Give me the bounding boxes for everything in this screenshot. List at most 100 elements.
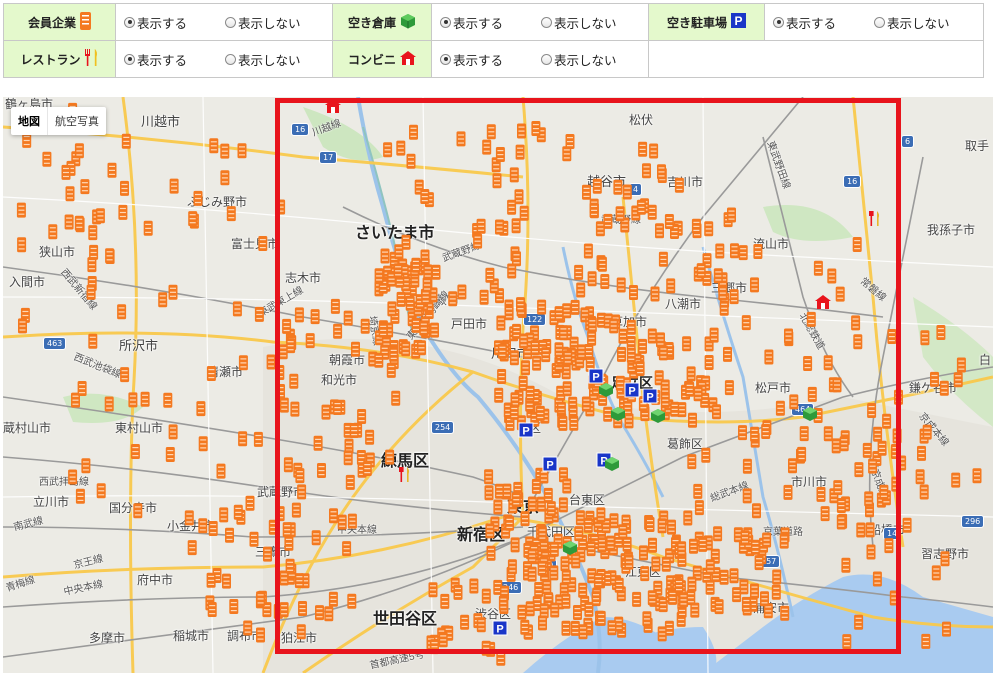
convenience-store-hide-radio[interactable]: 表示しない [541,50,617,69]
member-company-marker[interactable] [168,284,178,300]
member-company-marker[interactable] [198,518,208,534]
member-company-marker[interactable] [168,424,178,440]
member-company-marker[interactable] [77,381,87,396]
member-company-marker[interactable] [163,392,173,408]
member-company-marker[interactable] [143,220,153,236]
member-company-marker[interactable] [65,186,75,202]
member-company-marker[interactable] [915,469,925,485]
radio-button[interactable] [440,53,451,65]
radio-button[interactable] [773,16,784,28]
member-company-marker[interactable] [956,357,966,373]
member-company-marker[interactable] [237,143,247,159]
member-company-marker[interactable] [196,401,206,417]
map-type-satellite-button[interactable]: 航空写真 [47,107,106,135]
member-company-marker[interactable] [48,224,58,240]
member-company-marker[interactable] [245,495,255,511]
member-company-marker[interactable] [940,551,950,567]
member-company-marker[interactable] [222,573,231,589]
restaurant-hide-radio[interactable]: 表示しない [225,50,301,69]
member-company-marker[interactable] [128,392,138,408]
member-company-marker[interactable] [972,468,982,484]
member-company-marker[interactable] [96,483,106,499]
member-company-marker[interactable] [256,591,266,607]
member-company-marker[interactable] [81,458,91,474]
member-company-marker[interactable] [88,225,98,241]
member-companies-show-radio[interactable]: 表示する [124,13,187,32]
member-companies-hide-radio[interactable]: 表示しない [225,13,301,32]
member-company-marker[interactable] [158,292,168,308]
member-company-marker[interactable] [939,380,949,396]
vacant-warehouse-show-radio[interactable]: 表示する [440,13,503,32]
member-company-marker[interactable] [75,488,85,504]
member-company-marker[interactable] [258,236,268,251]
vacant-parking-hide-radio[interactable]: 表示しない [874,13,950,32]
member-company-marker[interactable] [17,237,27,253]
member-company-marker[interactable] [216,463,226,479]
member-company-marker[interactable] [87,257,97,273]
member-company-marker[interactable] [74,215,84,231]
member-company-marker[interactable] [88,333,98,349]
member-company-marker[interactable] [22,132,32,148]
member-company-marker[interactable] [105,248,115,264]
vacant-warehouse-hide-radio[interactable]: 表示しない [541,13,617,32]
member-company-marker[interactable] [188,211,198,227]
member-company-marker[interactable] [184,510,194,526]
member-company-marker[interactable] [120,180,129,196]
member-company-marker[interactable] [225,527,234,543]
member-company-marker[interactable] [208,521,218,536]
member-company-marker[interactable] [107,162,117,178]
member-company-marker[interactable] [193,190,203,206]
member-company-marker[interactable] [198,436,208,452]
member-company-marker[interactable] [220,170,230,186]
member-company-marker[interactable] [140,391,150,407]
member-company-marker[interactable] [206,366,216,381]
member-company-marker[interactable] [121,133,131,149]
member-company-marker[interactable] [219,507,229,523]
convenience-store-show-radio[interactable]: 表示する [440,50,503,69]
member-company-marker[interactable] [238,431,248,447]
member-company-marker[interactable] [165,447,175,462]
member-company-marker[interactable] [117,304,127,320]
member-company-marker[interactable] [232,301,242,317]
member-company-marker[interactable] [61,164,71,180]
member-company-marker[interactable] [243,620,253,636]
member-company-marker[interactable] [187,540,197,556]
member-company-marker[interactable] [226,206,236,222]
member-company-marker[interactable] [920,330,930,346]
member-company-marker[interactable] [18,318,27,334]
radio-button[interactable] [541,16,553,28]
member-company-marker[interactable] [930,371,939,387]
radio-button[interactable] [124,53,135,65]
member-company-marker[interactable] [238,355,248,371]
member-company-marker[interactable] [229,599,239,614]
member-company-marker[interactable] [130,444,140,459]
member-company-marker[interactable] [220,143,230,159]
member-company-marker[interactable] [133,503,143,519]
member-company-marker[interactable] [95,208,105,224]
map-type-map-button[interactable]: 地図 [11,107,47,135]
member-company-marker[interactable] [951,472,961,488]
member-company-marker[interactable] [42,151,52,167]
member-company-marker[interactable] [104,396,114,412]
member-company-marker[interactable] [169,178,179,194]
member-company-marker[interactable] [936,325,946,340]
member-company-marker[interactable] [931,565,941,581]
member-company-marker[interactable] [256,627,265,643]
vacant-parking-show-radio[interactable]: 表示する [773,13,836,32]
member-company-marker[interactable] [921,633,931,649]
member-company-marker[interactable] [919,484,929,500]
member-company-marker[interactable] [120,367,130,383]
member-company-marker[interactable] [68,469,78,485]
radio-button[interactable] [124,16,135,28]
radio-button[interactable] [874,16,886,28]
member-company-marker[interactable] [206,572,216,588]
member-company-marker[interactable] [16,202,26,218]
radio-button[interactable] [225,16,237,28]
member-company-marker[interactable] [207,602,217,617]
restaurant-show-radio[interactable]: 表示する [124,50,187,69]
map-view[interactable]: 地図 航空写真 鶴ヶ島市 川越市 ふじみ野市 富士見市 狭山市 入間市 所沢市 … [3,97,993,673]
member-company-marker[interactable] [253,431,263,447]
selection-rectangle[interactable] [275,98,901,654]
member-company-marker[interactable] [922,424,932,440]
radio-button[interactable] [225,53,237,65]
